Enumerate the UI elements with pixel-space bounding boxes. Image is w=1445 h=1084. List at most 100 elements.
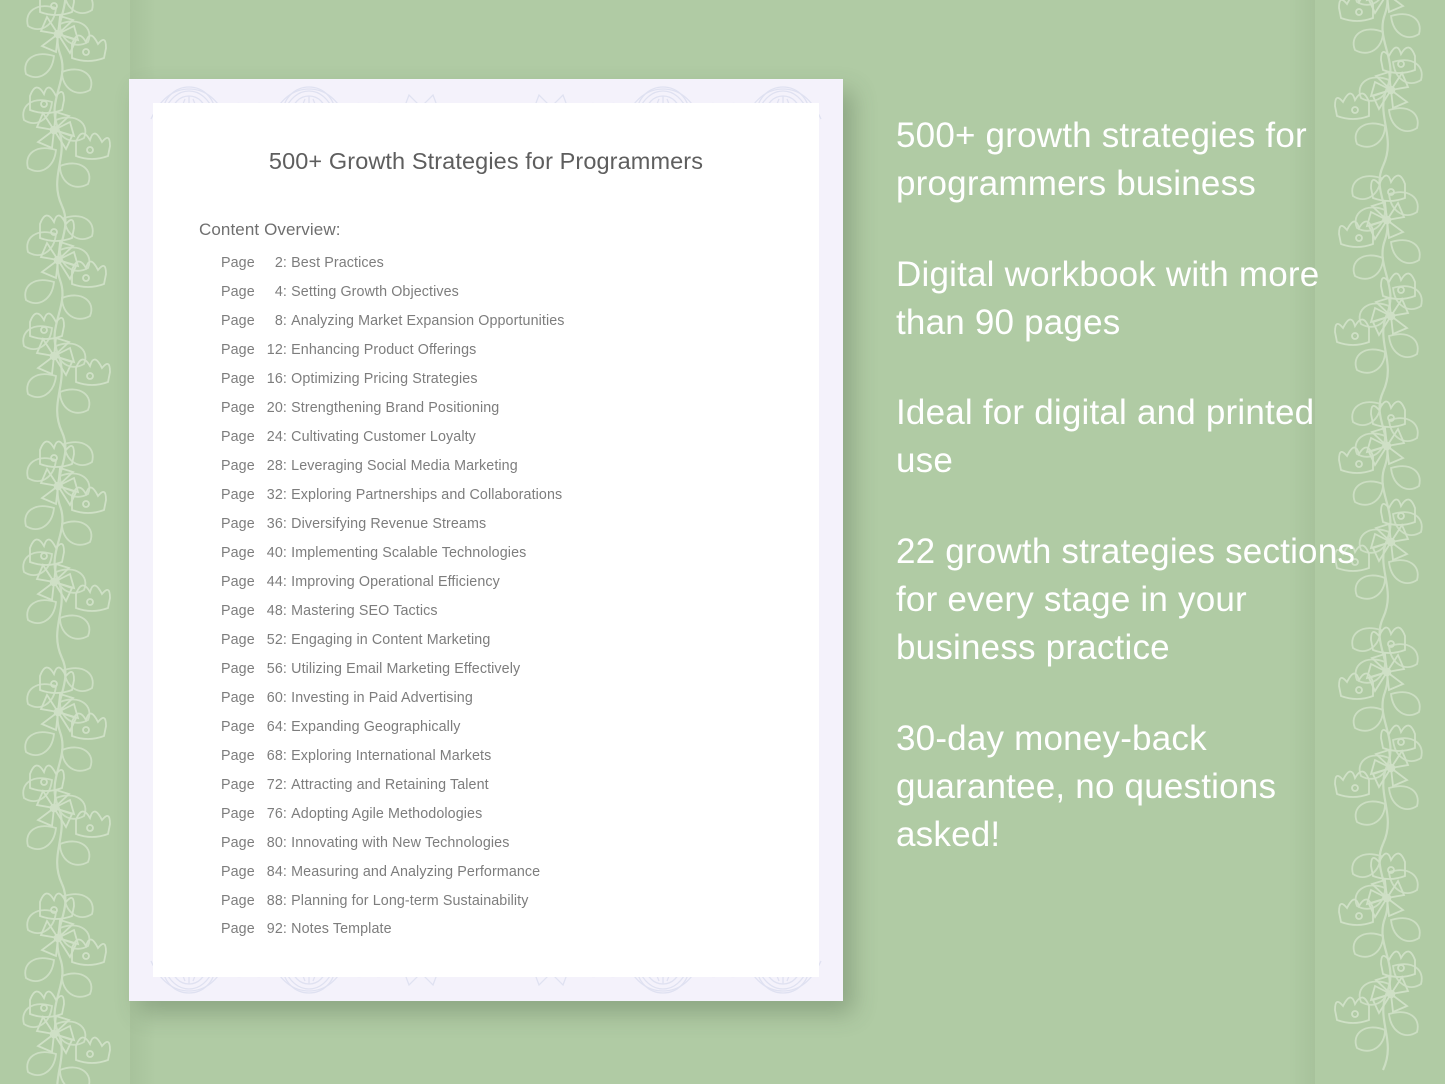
benefit-text: 30-day money-back guarantee, no question… (896, 718, 1277, 855)
toc-page-value: 44 (266, 573, 283, 590)
table-of-contents-item: Page 12: Enhancing Product Offerings (221, 341, 819, 358)
toc-entry-title: Optimizing Pricing Strategies (291, 370, 478, 387)
toc-page-number: Page 40: (221, 544, 287, 561)
toc-page-value: 4 (274, 283, 283, 300)
toc-page-label: Page (221, 544, 255, 561)
toc-page-number: Page 12: (221, 341, 287, 358)
toc-entry-title: Cultivating Customer Loyalty (291, 428, 476, 445)
table-of-contents-item: Page 16: Optimizing Pricing Strategies (221, 370, 819, 387)
toc-page-label: Page (221, 428, 255, 445)
table-of-contents-item: Page 60: Investing in Paid Advertising (221, 689, 819, 706)
page-title: 500+ Growth Strategies for Programmers (268, 148, 704, 174)
toc-page-label: Page (221, 602, 255, 619)
toc-entry-title: Innovating with New Technologies (291, 834, 510, 851)
toc-page-number: Page 88: (221, 892, 287, 909)
table-of-contents-item: Page 8: Analyzing Market Expansion Oppor… (221, 312, 819, 329)
benefit-text: Digital workbook with more than 90 pages (896, 254, 1320, 342)
toc-entry-title: Utilizing Email Marketing Effectively (291, 660, 521, 677)
toc-page-label: Page (221, 776, 255, 793)
toc-entry-title: Measuring and Analyzing Performance (291, 863, 541, 880)
toc-page-number: Page 48: (221, 602, 287, 619)
toc-page-number: Page 16: (221, 370, 287, 387)
toc-entry-title: Implementing Scalable Technologies (291, 544, 527, 561)
document-card-frame: 500+ Growth Strategies for Programmers C… (129, 79, 843, 1001)
toc-page-number: Page 8: (221, 312, 287, 329)
toc-page-label: Page (221, 747, 255, 764)
toc-entry-title: Expanding Geographically (291, 718, 461, 735)
toc-page-label: Page (221, 718, 255, 735)
toc-page-value: 12 (266, 341, 283, 358)
toc-page-value: 36 (266, 515, 283, 532)
table-of-contents-item: Page 88: Planning for Long-term Sustaina… (221, 892, 819, 909)
table-of-contents-item: Page 80: Innovating with New Technologie… (221, 834, 819, 851)
benefit-text: 22 growth strategies sections for every … (896, 531, 1356, 668)
toc-page-label: Page (221, 283, 255, 300)
toc-page-label: Page (221, 863, 255, 880)
table-of-contents-item: Page 52: Engaging in Content Marketing (221, 631, 819, 648)
toc-page-value: 24 (266, 428, 283, 445)
toc-page-value: 20 (266, 399, 283, 416)
toc-page-label: Page (221, 312, 255, 329)
benefit-text: 500+ growth strategies for programmers b… (896, 116, 1307, 204)
toc-page-number: Page 32: (221, 486, 287, 503)
toc-page-number: Page 80: (221, 834, 287, 851)
table-of-contents-item: Page 4: Setting Growth Objectives (221, 283, 819, 300)
toc-page-label: Page (221, 660, 255, 677)
toc-entry-title: Analyzing Market Expansion Opportunities (291, 312, 565, 329)
toc-page-number: Page 2: (221, 254, 287, 271)
toc-page-value: 64 (266, 718, 283, 735)
table-of-contents-item: Page 36: Diversifying Revenue Streams (221, 515, 819, 532)
toc-page-number: Page 24: (221, 428, 287, 445)
toc-entry-title: Mastering SEO Tactics (291, 602, 438, 619)
toc-page-value: 60 (266, 689, 283, 706)
toc-page-number: Page 68: (221, 747, 287, 764)
table-of-contents-item: Page 56: Utilizing Email Marketing Effec… (221, 660, 819, 677)
toc-page-value: 16 (266, 370, 283, 387)
toc-entry-title: Attracting and Retaining Talent (291, 776, 489, 793)
toc-entry-title: Strengthening Brand Positioning (291, 399, 500, 416)
table-of-contents-item: Page 20: Strengthening Brand Positioning (221, 399, 819, 416)
toc-page-value: 2 (274, 254, 283, 271)
toc-entry-title: Diversifying Revenue Streams (291, 515, 487, 532)
table-of-contents-item: Page 24: Cultivating Customer Loyalty (221, 428, 819, 445)
toc-page-number: Page 20: (221, 399, 287, 416)
table-of-contents-item: Page 68: Exploring International Markets (221, 747, 819, 764)
toc-page-value: 72 (266, 776, 283, 793)
toc-entry-title: Exploring Partnerships and Collaboration… (291, 486, 563, 503)
table-of-contents-item: Page 40: Implementing Scalable Technolog… (221, 544, 819, 561)
toc-page-value: 8 (274, 312, 283, 329)
toc-page-number: Page 28: (221, 457, 287, 474)
toc-page-label: Page (221, 689, 255, 706)
toc-page-label: Page (221, 254, 255, 271)
toc-page-label: Page (221, 341, 255, 358)
toc-page-value: 92 (266, 921, 283, 938)
toc-entry-title: Notes Template (291, 921, 392, 938)
toc-page-value: 56 (266, 660, 283, 677)
toc-page-number: Page 76: (221, 805, 287, 822)
toc-page-number: Page 52: (221, 631, 287, 648)
toc-page-number: Page 84: (221, 863, 287, 880)
toc-page-value: 52 (266, 631, 283, 648)
toc-page-label: Page (221, 631, 255, 648)
table-of-contents-item: Page 28: Leveraging Social Media Marketi… (221, 457, 819, 474)
toc-page-number: Page 56: (221, 660, 287, 677)
toc-page-number: Page 72: (221, 776, 287, 793)
toc-entry-title: Setting Growth Objectives (291, 283, 459, 300)
toc-entry-title: Best Practices (291, 254, 384, 271)
toc-page-value: 76 (266, 805, 283, 822)
toc-page-number: Page 64: (221, 718, 287, 735)
toc-page-label: Page (221, 515, 255, 532)
toc-page-label: Page (221, 486, 255, 503)
toc-page-label: Page (221, 892, 255, 909)
toc-page-number: Page 60: (221, 689, 287, 706)
toc-page-value: 28 (266, 457, 283, 474)
floral-vine-left-decoration (0, 0, 156, 1084)
toc-page-value: 48 (266, 602, 283, 619)
table-of-contents-item: Page 64: Expanding Geographically (221, 718, 819, 735)
table-of-contents-item: Page 84: Measuring and Analyzing Perform… (221, 863, 819, 880)
table-of-contents-item: Page 72: Attracting and Retaining Talent (221, 776, 819, 793)
toc-entry-title: Engaging in Content Marketing (291, 631, 491, 648)
benefits-list: 500+ growth strategies for programmers b… (896, 112, 1366, 860)
toc-page-label: Page (221, 921, 255, 938)
toc-entry-title: Investing in Paid Advertising (291, 689, 473, 706)
